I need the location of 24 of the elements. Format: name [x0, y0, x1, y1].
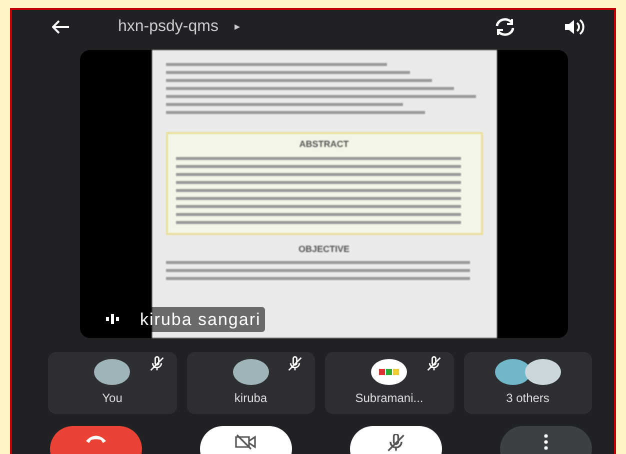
avatar-placeholder — [232, 359, 269, 385]
speaker-icon[interactable] — [564, 19, 586, 35]
participant-name: 3 others — [506, 390, 550, 407]
participant-tile[interactable]: Subramani... — [325, 352, 454, 414]
switch-camera-icon[interactable] — [494, 17, 516, 37]
document-heading: ABSTRACT — [298, 138, 350, 151]
camera-off-icon — [235, 434, 257, 450]
participant-tile[interactable]: You — [48, 352, 176, 414]
participant-name: Subramani... — [355, 390, 424, 407]
participant-name: kiruba — [234, 390, 268, 407]
audio-level-icon — [106, 314, 120, 324]
participant-tile[interactable]: kiruba — [186, 352, 315, 414]
participant-name: You — [102, 390, 122, 407]
participant-tile[interactable]: 3 others — [464, 352, 592, 414]
more-icon — [544, 434, 548, 450]
expand-arrow[interactable]: ▸ — [234, 18, 240, 36]
document-heading: OBJECTIVE — [297, 242, 350, 256]
hang-up-icon — [85, 434, 107, 444]
mic-off-icon — [386, 434, 406, 452]
logo-avatar-icon — [371, 359, 408, 385]
back-arrow-icon[interactable] — [52, 20, 70, 34]
avatar-placeholder — [94, 359, 130, 385]
meeting-code[interactable]: hxn-psdy-qms — [118, 15, 218, 39]
avatar-placeholder — [524, 359, 561, 385]
